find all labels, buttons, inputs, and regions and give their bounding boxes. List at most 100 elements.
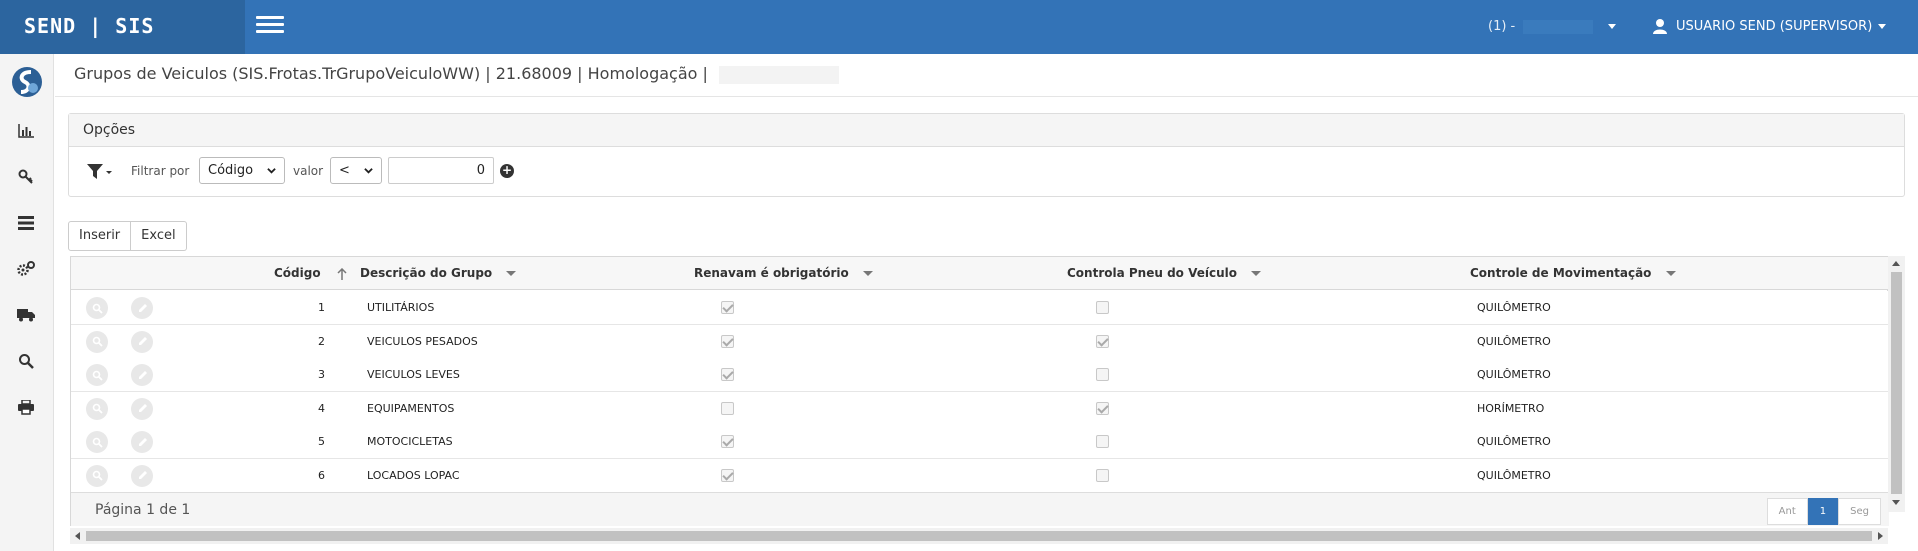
column-header-movimentacao[interactable]: Controle de Movimentação — [1470, 257, 1676, 290]
edit-icon — [138, 370, 147, 379]
truck-icon[interactable] — [15, 304, 37, 326]
print-icon[interactable] — [15, 396, 37, 418]
view-icon — [92, 470, 103, 481]
cell-codigo: 2 — [318, 334, 325, 348]
search-icon[interactable] — [15, 350, 37, 372]
page-title: Grupos de Veiculos (SIS.Frotas.TrGrupoVe… — [74, 64, 839, 84]
bar-chart-icon[interactable] — [15, 120, 37, 142]
renavam-checkbox — [721, 368, 734, 381]
view-icon — [92, 403, 103, 414]
edit-icon — [138, 303, 147, 312]
add-filter-icon[interactable]: + — [500, 164, 514, 178]
current-page-button[interactable]: 1 — [1807, 498, 1839, 525]
hamburger-menu-icon[interactable] — [256, 16, 284, 36]
cell-descricao: UTILITÁRIOS — [367, 301, 435, 314]
column-header-renavam[interactable]: Renavam é obrigatório — [694, 257, 873, 290]
edit-button[interactable] — [131, 364, 153, 386]
pneu-checkbox — [1096, 368, 1109, 381]
cell-descricao: MOTOCICLETAS — [367, 435, 453, 448]
user-icon — [1653, 19, 1667, 34]
column-header-pneu[interactable]: Controla Pneu do Veículo — [1067, 257, 1262, 290]
view-button[interactable] — [86, 464, 108, 487]
table-row[interactable]: 3 VEICULOS LEVES QUILÔMETRO — [71, 358, 1889, 392]
filter-icon[interactable] — [87, 163, 115, 181]
table-row[interactable]: 2 VEICULOS PESADOS QUILÔMETRO — [71, 324, 1889, 359]
table-row[interactable]: 1 UTILITÁRIOS QUILÔMETRO — [71, 291, 1889, 325]
chevron-down-icon — [267, 168, 276, 174]
company-selector[interactable]: (1) - — [1488, 19, 1616, 34]
renavam-checkbox — [721, 334, 734, 348]
view-button[interactable] — [86, 364, 108, 386]
sort-dropdown-icon — [506, 271, 517, 276]
filter-value-input[interactable] — [388, 157, 494, 184]
cell-codigo: 1 — [318, 301, 325, 314]
horizontal-scrollbar-thumb[interactable] — [86, 531, 1872, 541]
cell-movimentacao: HORÍMETRO — [1477, 401, 1545, 415]
vertical-scrollbar[interactable] — [1888, 256, 1905, 512]
sort-ascending-icon — [337, 267, 347, 280]
sort-dropdown-icon — [1251, 271, 1262, 276]
prev-page-button[interactable]: Ant — [1766, 498, 1808, 525]
view-button[interactable] — [86, 397, 108, 420]
gears-icon[interactable] — [15, 258, 37, 280]
pneu-checkbox — [1096, 468, 1109, 482]
edit-button[interactable] — [131, 397, 153, 420]
cell-codigo: 6 — [318, 468, 325, 482]
company-name-redacted — [1523, 19, 1594, 34]
scroll-left-icon[interactable] — [75, 532, 80, 540]
grid-footer: Página 1 de 1 Ant 1 Seg — [71, 492, 1889, 526]
edit-button[interactable] — [131, 297, 153, 319]
cell-descricao: VEICULOS LEVES — [367, 368, 460, 381]
horizontal-scrollbar[interactable] — [70, 528, 1888, 544]
operator-select[interactable]: < — [330, 157, 382, 184]
filter-field-select[interactable]: Código — [199, 157, 285, 184]
view-button[interactable] — [86, 297, 108, 319]
operator-value: < — [339, 163, 350, 178]
cell-descricao: VEICULOS PESADOS — [367, 334, 478, 348]
list-icon[interactable] — [15, 212, 37, 234]
column-header-descricao[interactable]: Descrição do Grupo — [360, 257, 517, 290]
data-grid: Código Descrição do Grupo Renavam é obri… — [70, 256, 1889, 526]
key-icon[interactable] — [15, 166, 37, 188]
user-menu[interactable]: USUARIO SEND (SUPERVISOR) — [1652, 18, 1887, 34]
scroll-up-icon[interactable] — [1892, 261, 1900, 266]
divider — [55, 96, 1918, 97]
view-button[interactable] — [86, 330, 108, 353]
renavam-checkbox — [721, 401, 734, 415]
top-bar: SEND | SIS (1) - USUARIO SEND (SUPERVISO… — [0, 0, 1918, 54]
excel-button[interactable]: Excel — [131, 221, 187, 251]
column-header-label: Código — [274, 266, 321, 280]
table-row[interactable]: 6 LOCADOS LOPAC QUILÔMETRO — [71, 458, 1889, 493]
environment-redacted — [719, 65, 839, 84]
cell-descricao: EQUIPAMENTOS — [367, 401, 455, 415]
pneu-checkbox — [1096, 435, 1109, 448]
brand-logo[interactable]: SEND | SIS — [0, 0, 245, 54]
app-logo-icon[interactable] — [11, 66, 43, 98]
cell-movimentacao: QUILÔMETRO — [1477, 435, 1551, 448]
view-icon — [92, 336, 103, 347]
column-header-codigo[interactable]: Código — [274, 257, 347, 290]
edit-icon — [138, 437, 147, 446]
cell-codigo: 5 — [318, 435, 325, 448]
insert-button[interactable]: Inserir — [68, 221, 132, 251]
table-row[interactable]: 5 MOTOCICLETAS QUILÔMETRO — [71, 425, 1889, 459]
scroll-down-icon[interactable] — [1892, 500, 1900, 505]
view-icon — [92, 370, 103, 381]
edit-button[interactable] — [131, 464, 153, 487]
edit-button[interactable] — [131, 431, 153, 453]
value-label: valor — [293, 164, 324, 178]
pagination: Ant 1 Seg — [1766, 498, 1881, 525]
pneu-checkbox — [1096, 301, 1109, 314]
page-title-text: Grupos de Veiculos (SIS.Frotas.TrGrupoVe… — [74, 64, 708, 83]
cell-movimentacao: QUILÔMETRO — [1477, 334, 1551, 348]
table-row[interactable]: 4 EQUIPAMENTOS HORÍMETRO — [71, 391, 1889, 426]
view-icon — [92, 437, 103, 448]
vertical-scrollbar-thumb[interactable] — [1891, 272, 1902, 494]
view-button[interactable] — [86, 431, 108, 453]
edit-button[interactable] — [131, 330, 153, 353]
edit-icon — [138, 404, 147, 412]
next-page-button[interactable]: Seg — [1838, 498, 1881, 525]
scroll-right-icon[interactable] — [1878, 532, 1883, 540]
pneu-checkbox — [1096, 401, 1109, 415]
filter-by-label: Filtrar por — [131, 164, 190, 178]
